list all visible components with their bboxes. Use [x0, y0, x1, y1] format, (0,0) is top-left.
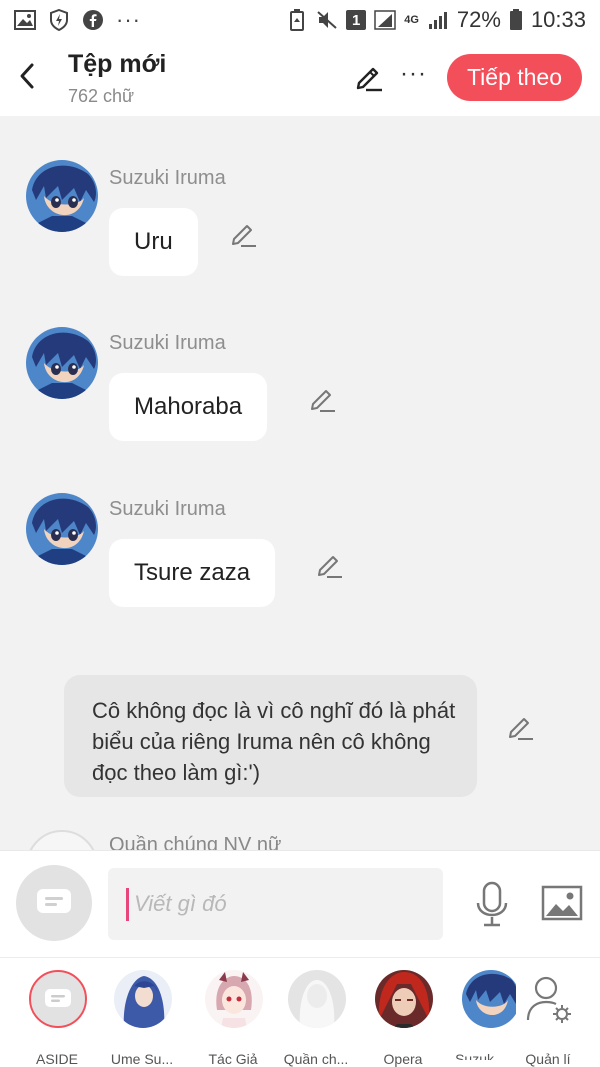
character-label: ASIDE: [35, 1051, 78, 1067]
word-count: 762 chữ: [68, 86, 135, 106]
battery-saver-icon: [286, 9, 308, 31]
status-bar: ··· 1 4G 72% 10:33: [0, 0, 600, 40]
message-icon: [37, 889, 71, 913]
pencil-icon: [509, 718, 533, 740]
back-arrow-icon: [20, 63, 34, 89]
pencil-icon: [311, 390, 335, 412]
insert-image-button[interactable]: [541, 883, 583, 923]
character-label: Ume Su...: [110, 1051, 174, 1067]
mute-icon: [316, 10, 338, 30]
avatar[interactable]: [26, 327, 98, 399]
edit-narration-button[interactable]: [507, 713, 535, 741]
sender-name: Suzuki Iruma: [109, 167, 226, 189]
character-label: Opera: [383, 1051, 423, 1067]
edit-message-button[interactable]: [309, 385, 337, 413]
sender-name: Suzuki Iruma: [109, 498, 226, 520]
edit-message-button[interactable]: [316, 551, 344, 579]
avatar: [114, 970, 172, 1028]
back-button[interactable]: [12, 58, 42, 94]
battery-icon: [509, 9, 523, 30]
character-label: Quản lí: [525, 1051, 571, 1067]
manage-characters-icon: [520, 970, 578, 1028]
pencil-icon: [356, 67, 382, 92]
aside-icon: [29, 970, 87, 1028]
aside-toggle-button[interactable]: [16, 865, 92, 941]
message-bubble[interactable]: Uru: [109, 208, 198, 276]
pencil-icon: [232, 225, 256, 247]
character-bar: ASIDE Ume Su... Tác Giả Quần ch... Opera…: [0, 957, 600, 1067]
clock: 10:33: [530, 7, 586, 32]
character-tac-gia[interactable]: Tác Giả: [189, 970, 277, 1067]
more-options-button[interactable]: ···: [400, 60, 427, 88]
character-label: Suzuk: [455, 1051, 494, 1060]
signal-icon: [374, 10, 396, 30]
avatar: [375, 970, 433, 1028]
narration-bubble[interactable]: Cô không đọc là vì cô nghĩ đó là phát bi…: [64, 675, 477, 797]
character-label: Tác Giả: [208, 1051, 258, 1067]
character-opera[interactable]: Opera: [359, 970, 447, 1067]
shield-icon: [48, 9, 70, 31]
network-label: 4G: [404, 14, 419, 26]
edit-title-button[interactable]: [354, 62, 384, 92]
page-title: Tệp mới: [68, 50, 167, 78]
message-bubble[interactable]: Tsure zaza: [109, 539, 276, 607]
microphone-icon: [476, 881, 508, 927]
sim-icon: 1: [346, 10, 367, 30]
voice-input-button[interactable]: [472, 881, 512, 927]
status-more: ···: [116, 7, 141, 32]
image-icon: [541, 885, 583, 921]
avatar: [205, 970, 263, 1028]
avatar[interactable]: [26, 493, 98, 565]
avatar: [288, 970, 346, 1028]
composer: [0, 850, 600, 957]
sender-name: Suzuki Iruma: [109, 332, 226, 354]
avatar[interactable]: [26, 160, 98, 232]
header: Tệp mới 762 chữ ··· Tiếp theo: [0, 40, 600, 116]
facebook-icon: [82, 10, 104, 30]
signal-strength-icon: [427, 10, 449, 30]
next-button[interactable]: Tiếp theo: [447, 54, 582, 101]
message-input[interactable]: [108, 868, 443, 940]
manage-characters-button[interactable]: Quản lí: [504, 970, 592, 1067]
text-cursor: [126, 888, 129, 921]
gallery-icon: [14, 10, 36, 30]
character-aside[interactable]: ASIDE: [13, 970, 101, 1067]
character-ume[interactable]: Ume Su...: [98, 970, 186, 1067]
edit-message-button[interactable]: [230, 220, 258, 248]
battery-percent: 72%: [456, 7, 501, 32]
message-bubble[interactable]: Mahoraba: [109, 373, 268, 441]
pencil-icon: [318, 556, 342, 578]
character-quan-chung[interactable]: Quần ch...: [272, 970, 360, 1067]
character-label: Quần ch...: [283, 1051, 349, 1067]
